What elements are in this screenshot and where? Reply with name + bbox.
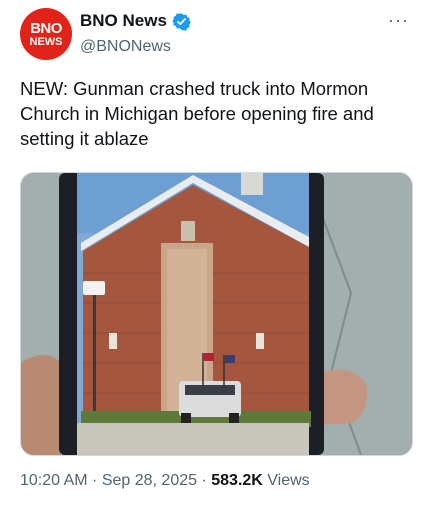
author-handle[interactable]: @BNONews <box>80 38 171 56</box>
meta-separator: · <box>197 472 212 489</box>
verified-badge-icon <box>172 12 191 31</box>
tweet-metadata: 10:20 AM · Sep 28, 2025 · 583.2K Views <box>20 472 310 490</box>
tweet-text: NEW: Gunman crashed truck into Mormon Ch… <box>20 78 374 149</box>
author-name-row: BNO News <box>80 11 191 31</box>
avatar-logo-text-bottom: NEWS <box>29 35 63 48</box>
views-count: 583.2K <box>211 472 263 489</box>
author-display-name[interactable]: BNO News <box>80 11 167 31</box>
tweet-time[interactable]: 10:20 AM <box>20 472 88 489</box>
tweet-date[interactable]: Sep 28, 2025 <box>102 472 197 489</box>
phone-screen <box>77 173 311 455</box>
more-options-icon[interactable]: ··· <box>388 10 409 31</box>
tweet-media-image[interactable] <box>20 172 413 456</box>
avatar-logo-text-top: BNO <box>30 19 62 37</box>
views-label: Views <box>262 472 310 489</box>
church-photo-on-phone <box>21 173 412 455</box>
avatar[interactable]: BNO NEWS <box>20 8 72 60</box>
meta-separator: · <box>87 472 102 489</box>
